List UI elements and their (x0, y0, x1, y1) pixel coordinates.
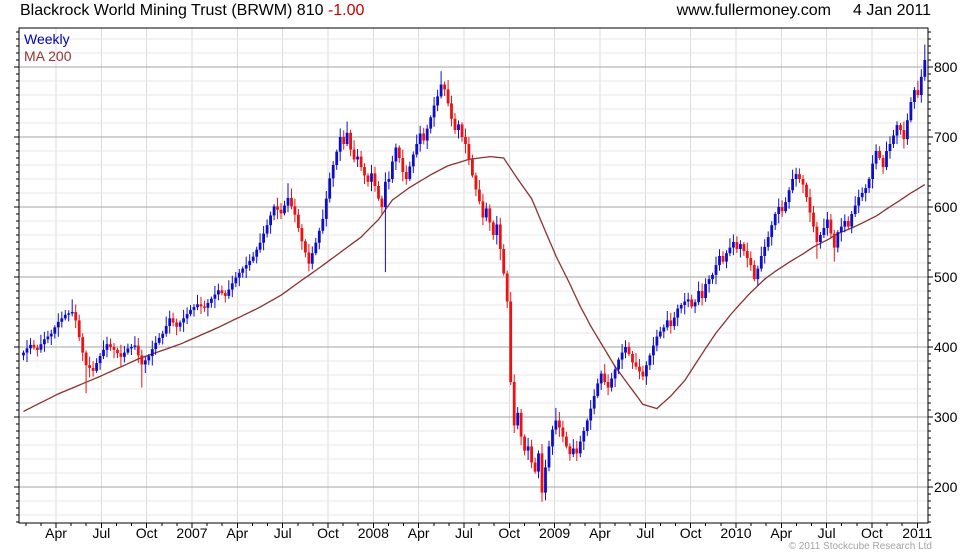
svg-text:Apr: Apr (589, 525, 611, 541)
svg-text:700: 700 (934, 129, 958, 145)
svg-text:2011: 2011 (902, 525, 932, 541)
chart-screen: Apr Jul Oct 2007 Apr Jul Oct 2008 Apr Jul Oct 2009 A… (0, 0, 980, 560)
svg-text:Jul: Jul (818, 525, 836, 541)
svg-text:400: 400 (934, 339, 958, 355)
svg-text:Oct: Oct (680, 525, 702, 541)
svg-text:500: 500 (934, 269, 958, 285)
legend-ma200: MA 200 (24, 48, 72, 64)
svg-text:800: 800 (934, 59, 958, 75)
svg-text:Apr: Apr (770, 525, 792, 541)
svg-text:Jul: Jul (636, 525, 654, 541)
svg-text:Jul: Jul (274, 525, 292, 541)
quote-date: 4 Jan 2011 (853, 2, 931, 19)
svg-text:Oct: Oct (861, 525, 883, 541)
candlestick-chart: Apr Jul Oct 2007 Apr Jul Oct 2008 Apr Jul Oct 2009 A… (14, 27, 958, 541)
svg-text:Apr: Apr (45, 525, 67, 541)
svg-text:2010: 2010 (720, 525, 751, 541)
page-title: Blackrock World Mining Trust (BRWM) 810 … (20, 2, 364, 20)
grid-and-axes: Apr Jul Oct 2007 Apr Jul Oct 2008 Apr Jul Oct 2009 A… (14, 27, 958, 541)
svg-text:Oct: Oct (317, 525, 339, 541)
svg-text:Oct: Oct (136, 525, 158, 541)
header-right: www.fullermoney.com 4 Jan 2011 (677, 2, 931, 20)
svg-text:200: 200 (934, 479, 958, 495)
svg-text:2007: 2007 (176, 525, 207, 541)
svg-text:Apr: Apr (408, 525, 430, 541)
svg-text:Jul: Jul (455, 525, 473, 541)
legend-weekly: Weekly (24, 31, 70, 47)
instrument-title: Blackrock World Mining Trust (BRWM) 810 (20, 2, 328, 19)
website-label: www.fullermoney.com (676, 2, 831, 19)
copyright-notice: © 2011 Stockcube Research Ltd (788, 541, 932, 552)
chart-legend: Weekly MA 200 (24, 31, 71, 65)
svg-text:2008: 2008 (358, 525, 389, 541)
svg-text:600: 600 (934, 199, 958, 215)
svg-text:2009: 2009 (539, 525, 570, 541)
price-change: -1.00 (327, 2, 365, 19)
svg-text:300: 300 (934, 409, 958, 425)
svg-text:Oct: Oct (498, 525, 520, 541)
svg-text:Apr: Apr (226, 525, 248, 541)
weekly-candles (22, 44, 927, 502)
svg-text:Jul: Jul (92, 525, 110, 541)
